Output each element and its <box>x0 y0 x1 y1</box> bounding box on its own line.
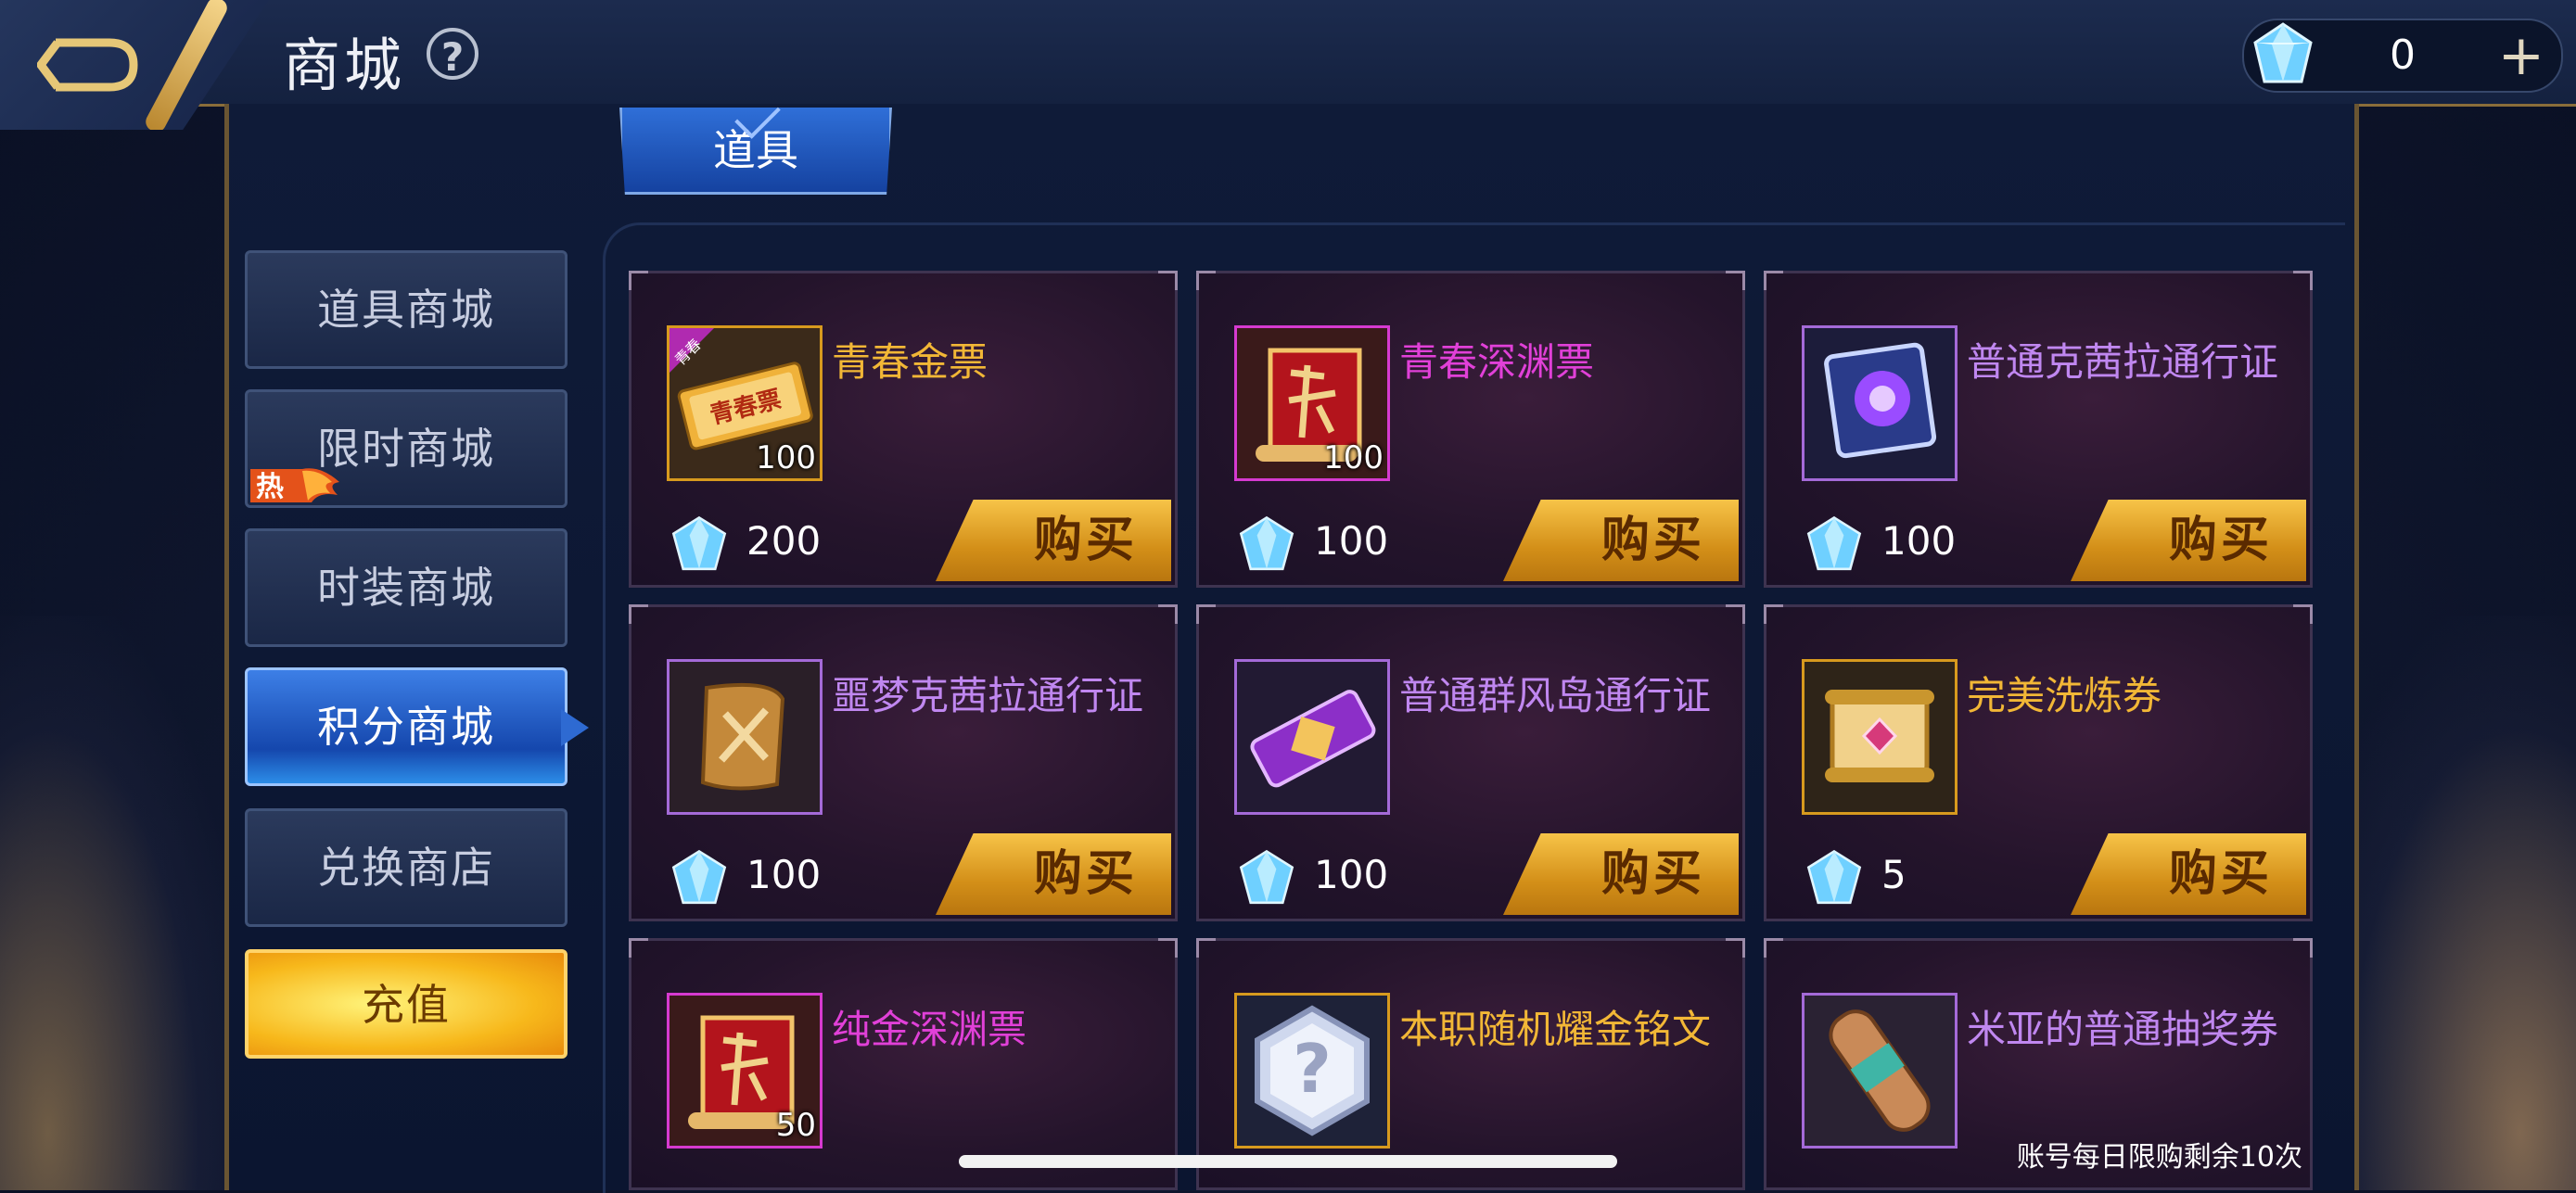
item-name: 青春深渊票 <box>1399 339 1595 385</box>
pass-card-icon <box>1804 328 1955 478</box>
item-card[interactable]: 青春票 青春 100 青春金票 200 购买 <box>629 271 1178 588</box>
sidebar-item-exchange-shop[interactable]: 兑换商店 <box>245 808 567 927</box>
recharge-button[interactable]: 充值 <box>245 949 567 1059</box>
buy-button[interactable]: 购买 <box>1503 833 1739 915</box>
diamond-icon <box>671 849 727 905</box>
item-price: 200 <box>746 518 822 564</box>
item-icon-frame: 100 <box>1234 325 1390 481</box>
item-icon-frame: ? <box>1234 993 1390 1149</box>
item-card[interactable]: ? 本职随机耀金铭文 <box>1196 938 1745 1190</box>
item-card[interactable]: 噩梦克茜拉通行证 100 购买 <box>629 604 1178 921</box>
currency-display: 0 + <box>2242 19 2563 93</box>
add-currency-button[interactable]: + <box>2498 20 2544 91</box>
sidebar-item-prop-shop[interactable]: 道具商城 <box>245 250 567 369</box>
help-icon[interactable]: ? <box>427 28 478 80</box>
item-icon-frame <box>1802 993 1958 1149</box>
item-card[interactable]: 50 纯金深渊票 <box>629 938 1178 1190</box>
ticket-purple-icon <box>1237 662 1387 812</box>
purchase-limit-note: 账号每日限购剩余10次 <box>2016 1141 2302 1174</box>
item-name: 本职随机耀金铭文 <box>1399 1007 1712 1052</box>
item-price: 100 <box>1314 518 1389 564</box>
sidebar-item-points-shop[interactable]: 积分商城 <box>245 667 567 786</box>
buy-button[interactable]: 购买 <box>936 833 1171 915</box>
item-card[interactable]: 普通克茜拉通行证 100 购买 <box>1764 271 2313 588</box>
item-name: 青春金票 <box>832 339 988 385</box>
item-icon-frame <box>1802 659 1958 815</box>
hot-badge-text: 热 <box>256 471 284 503</box>
diamond-icon <box>1239 849 1294 905</box>
ambient-glow-left <box>0 616 241 1190</box>
item-name: 噩梦克茜拉通行证 <box>832 673 1144 718</box>
scroll-sword-icon <box>670 662 820 812</box>
item-icon-frame: 50 <box>667 993 823 1149</box>
item-name: 纯金深渊票 <box>832 1007 1027 1052</box>
scroll-roll-icon <box>1804 996 1955 1146</box>
item-card[interactable]: 100 青春深渊票 100 购买 <box>1196 271 1745 588</box>
back-arrow-icon <box>37 38 138 92</box>
item-name: 米亚的普通抽奖券 <box>1967 1007 2279 1052</box>
item-quantity: 50 <box>775 1107 816 1144</box>
item-icon-frame <box>1234 659 1390 815</box>
item-card[interactable]: 米亚的普通抽奖券 账号每日限购剩余10次 <box>1764 938 2313 1190</box>
page-title: 商城 <box>283 32 406 99</box>
item-card[interactable]: 普通群风岛通行证 100 购买 <box>1196 604 1745 921</box>
item-price: 100 <box>1314 852 1389 897</box>
item-icon-frame: 青春票 青春 100 <box>667 325 823 481</box>
home-indicator[interactable] <box>959 1155 1617 1168</box>
diamond-icon <box>671 515 727 571</box>
item-quantity: 100 <box>756 439 816 476</box>
item-icon-frame <box>667 659 823 815</box>
buy-button[interactable]: 购买 <box>936 500 1171 581</box>
decor-slash <box>142 0 231 130</box>
diamond-icon <box>1806 849 1862 905</box>
scroll-gem-icon <box>1804 662 1955 812</box>
question-hex-icon: ? <box>1237 996 1387 1146</box>
diamond-icon <box>1806 515 1862 571</box>
item-price: 100 <box>1881 518 1957 564</box>
hot-badge-icon: 热 <box>250 468 339 503</box>
item-icon-frame <box>1802 325 1958 481</box>
diamond-icon <box>1239 515 1294 571</box>
buy-button[interactable]: 购买 <box>1503 500 1739 581</box>
item-price: 100 <box>746 852 822 897</box>
item-card[interactable]: 完美洗炼券 5 购买 <box>1764 604 2313 921</box>
item-name: 普通群风岛通行证 <box>1399 673 1712 718</box>
item-quantity: 100 <box>1323 439 1384 476</box>
item-name: 完美洗炼券 <box>1967 673 2162 718</box>
question-mark: ? <box>1293 1030 1332 1108</box>
buy-button[interactable]: 购买 <box>2071 500 2306 581</box>
buy-button[interactable]: 购买 <box>2071 833 2306 915</box>
item-name: 普通克茜拉通行证 <box>1967 339 2279 385</box>
item-price: 5 <box>1881 852 1906 897</box>
sidebar-item-fashion-shop[interactable]: 时装商城 <box>245 528 567 647</box>
